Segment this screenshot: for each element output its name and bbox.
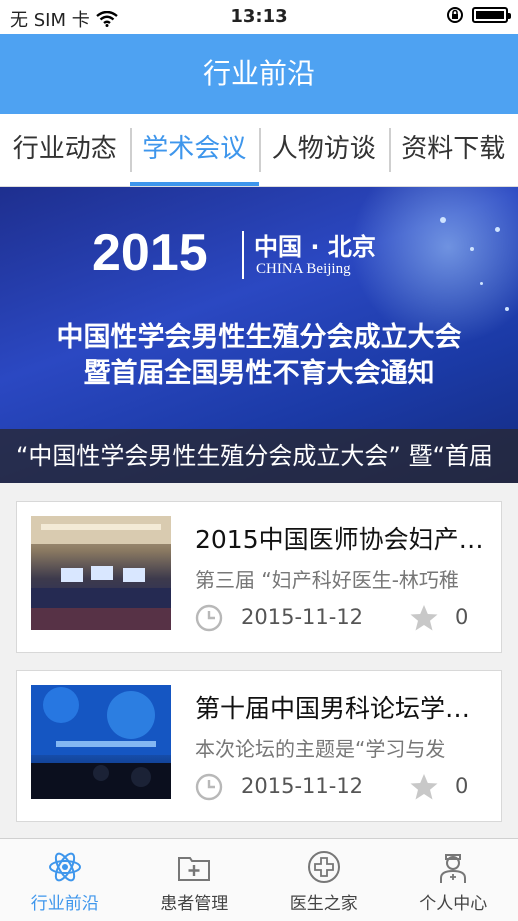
forum-stage-image — [31, 685, 171, 799]
star-icon[interactable] — [409, 603, 439, 633]
tab-industry-news[interactable]: 行业动态 — [0, 114, 130, 186]
tab-academic-conference[interactable]: 学术会议 — [130, 114, 260, 186]
banner-sparkle — [480, 282, 483, 285]
article-card[interactable]: 第十届中国男科论坛学… 本次论坛的主题是“学习与发 2015-11-12 0 — [16, 670, 502, 822]
article-summary: 第三届 “妇产科好医生-林巧稚 — [195, 564, 491, 593]
banner-headline-2: 暨首届全国男性不育大会通知 — [0, 351, 518, 390]
nav-bar: 行业前沿 — [0, 34, 518, 114]
featured-banner[interactable]: 2015 中国 · 北京 CHINA Beijing 中国性学会男性生殖分会成立… — [0, 187, 518, 483]
tab-interviews[interactable]: 人物访谈 — [259, 114, 389, 186]
orientation-lock-icon — [446, 6, 464, 24]
banner-year: 2015 — [92, 223, 208, 283]
status-right — [446, 6, 508, 24]
article-date: 2015-11-12 — [241, 605, 363, 629]
bottom-tab-label: 行业前沿 — [0, 889, 130, 914]
banner-sparkle — [505, 307, 509, 311]
category-tabs: 行业动态 学术会议 人物访谈 资料下载 — [0, 114, 518, 187]
medical-cross-icon — [306, 849, 342, 885]
banner-city-cn: 中国 · 北京 — [254, 227, 376, 262]
clock-icon — [195, 773, 223, 801]
battery-icon — [472, 7, 508, 23]
conference-hall-image — [31, 516, 171, 630]
like-count: 0 — [455, 774, 468, 798]
bottom-tab-industry[interactable]: 行业前沿 — [0, 839, 130, 921]
banner-headline-1: 中国性学会男性生殖分会成立大会 — [0, 315, 518, 354]
banner-divider — [242, 231, 244, 279]
article-thumbnail — [31, 685, 171, 799]
status-bar: 无 SIM 卡 13:13 — [0, 0, 518, 34]
banner-city-en: CHINA Beijing — [256, 261, 351, 278]
like-count: 0 — [455, 605, 468, 629]
bottom-tab-patients[interactable]: 患者管理 — [130, 839, 260, 921]
page-title: 行业前沿 — [203, 57, 315, 90]
banner-sparkle — [470, 247, 474, 251]
bottom-tab-label: 患者管理 — [130, 889, 260, 914]
bottom-tab-bar: 行业前沿 患者管理 医生之家 个人中心 — [0, 838, 518, 921]
bottom-tab-profile[interactable]: 个人中心 — [389, 839, 518, 921]
banner-caption: “中国性学会男性生殖分会成立大会” 暨“首届 — [0, 429, 518, 483]
banner-sparkle — [440, 217, 446, 223]
tab-downloads[interactable]: 资料下载 — [389, 114, 518, 186]
article-title: 2015中国医师协会妇产… — [195, 520, 491, 556]
article-card[interactable]: 2015中国医师协会妇产… 第三届 “妇产科好医生-林巧稚 2015-11-12… — [16, 501, 502, 653]
medical-folder-icon — [176, 849, 212, 885]
banner-sparkle — [495, 227, 500, 232]
atom-icon — [47, 849, 83, 885]
bottom-tab-label: 个人中心 — [389, 889, 518, 914]
clock-icon — [195, 604, 223, 632]
bottom-tab-label: 医生之家 — [259, 889, 389, 914]
doctor-avatar-icon — [435, 849, 471, 885]
status-time: 13:13 — [0, 6, 518, 27]
star-icon[interactable] — [409, 772, 439, 802]
article-summary: 本次论坛的主题是“学习与发 — [195, 733, 491, 762]
article-title: 第十届中国男科论坛学… — [195, 689, 491, 725]
bottom-tab-doctors[interactable]: 医生之家 — [259, 839, 389, 921]
article-thumbnail — [31, 516, 171, 630]
article-date: 2015-11-12 — [241, 774, 363, 798]
